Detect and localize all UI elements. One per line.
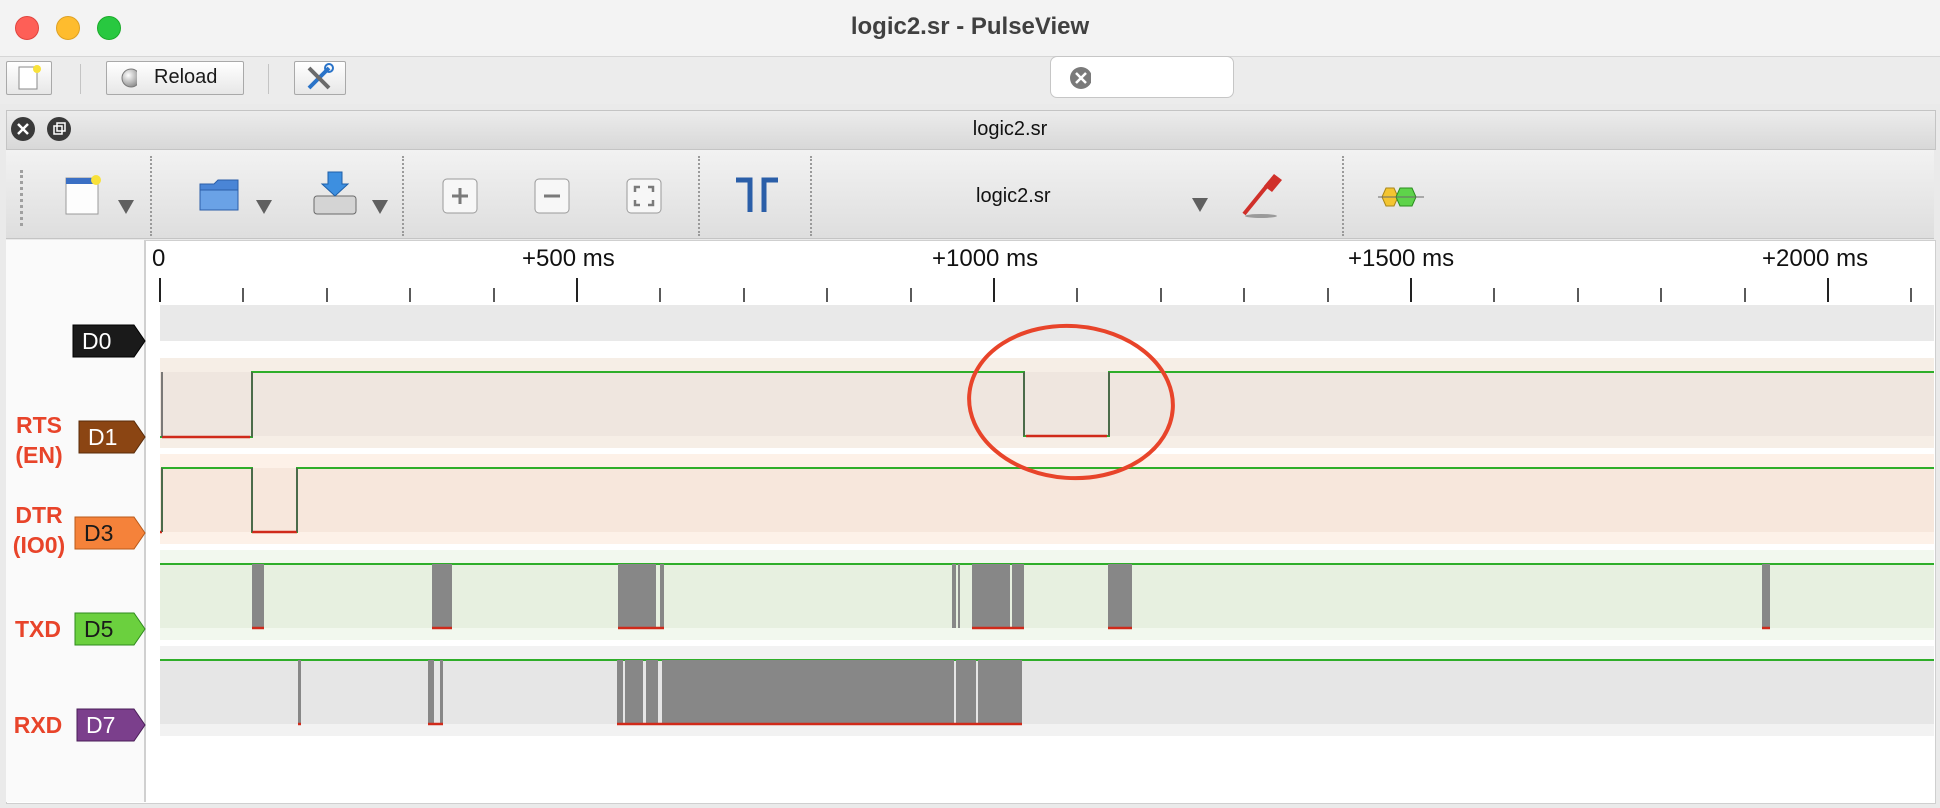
- channel-tag-d1[interactable]: D1: [78, 420, 146, 454]
- channel-tag-d3[interactable]: D3: [74, 516, 146, 550]
- channel-name-d1-line1: RTS: [16, 412, 62, 438]
- channel-name-d3-line1: DTR: [15, 502, 63, 528]
- lane-d1-fill: [160, 372, 1934, 436]
- lane-d0-bg: [160, 305, 1934, 341]
- lane-d3-fill: [160, 468, 1934, 532]
- waveform-canvas: [159, 278, 1934, 736]
- channel-name-d3-line2: (IO0): [12, 532, 66, 558]
- channel-name-d5: TXD: [15, 616, 61, 642]
- channel-name-d7: RXD: [13, 712, 63, 738]
- channel-tag-d5-text: D5: [84, 616, 113, 642]
- channel-tag-d0-text: D0: [82, 328, 111, 354]
- lane-d7-fill: [160, 660, 1934, 724]
- channel-name-d1-line2: (EN): [15, 442, 63, 468]
- channel-name-d3: DTR (IO0): [4, 500, 74, 560]
- channel-tag-d1-text: D1: [88, 424, 117, 450]
- channel-tag-d7[interactable]: D7: [76, 708, 146, 742]
- ruler-ticks: [159, 278, 1912, 302]
- channel-tag-d7-text: D7: [86, 712, 115, 738]
- channel-name-d1: RTS (EN): [6, 410, 72, 470]
- channel-tag-d3-text: D3: [84, 520, 113, 546]
- channel-tag-d0[interactable]: D0: [72, 324, 146, 358]
- lane-d5-fill: [160, 564, 1934, 628]
- channel-tag-d5[interactable]: D5: [74, 612, 146, 646]
